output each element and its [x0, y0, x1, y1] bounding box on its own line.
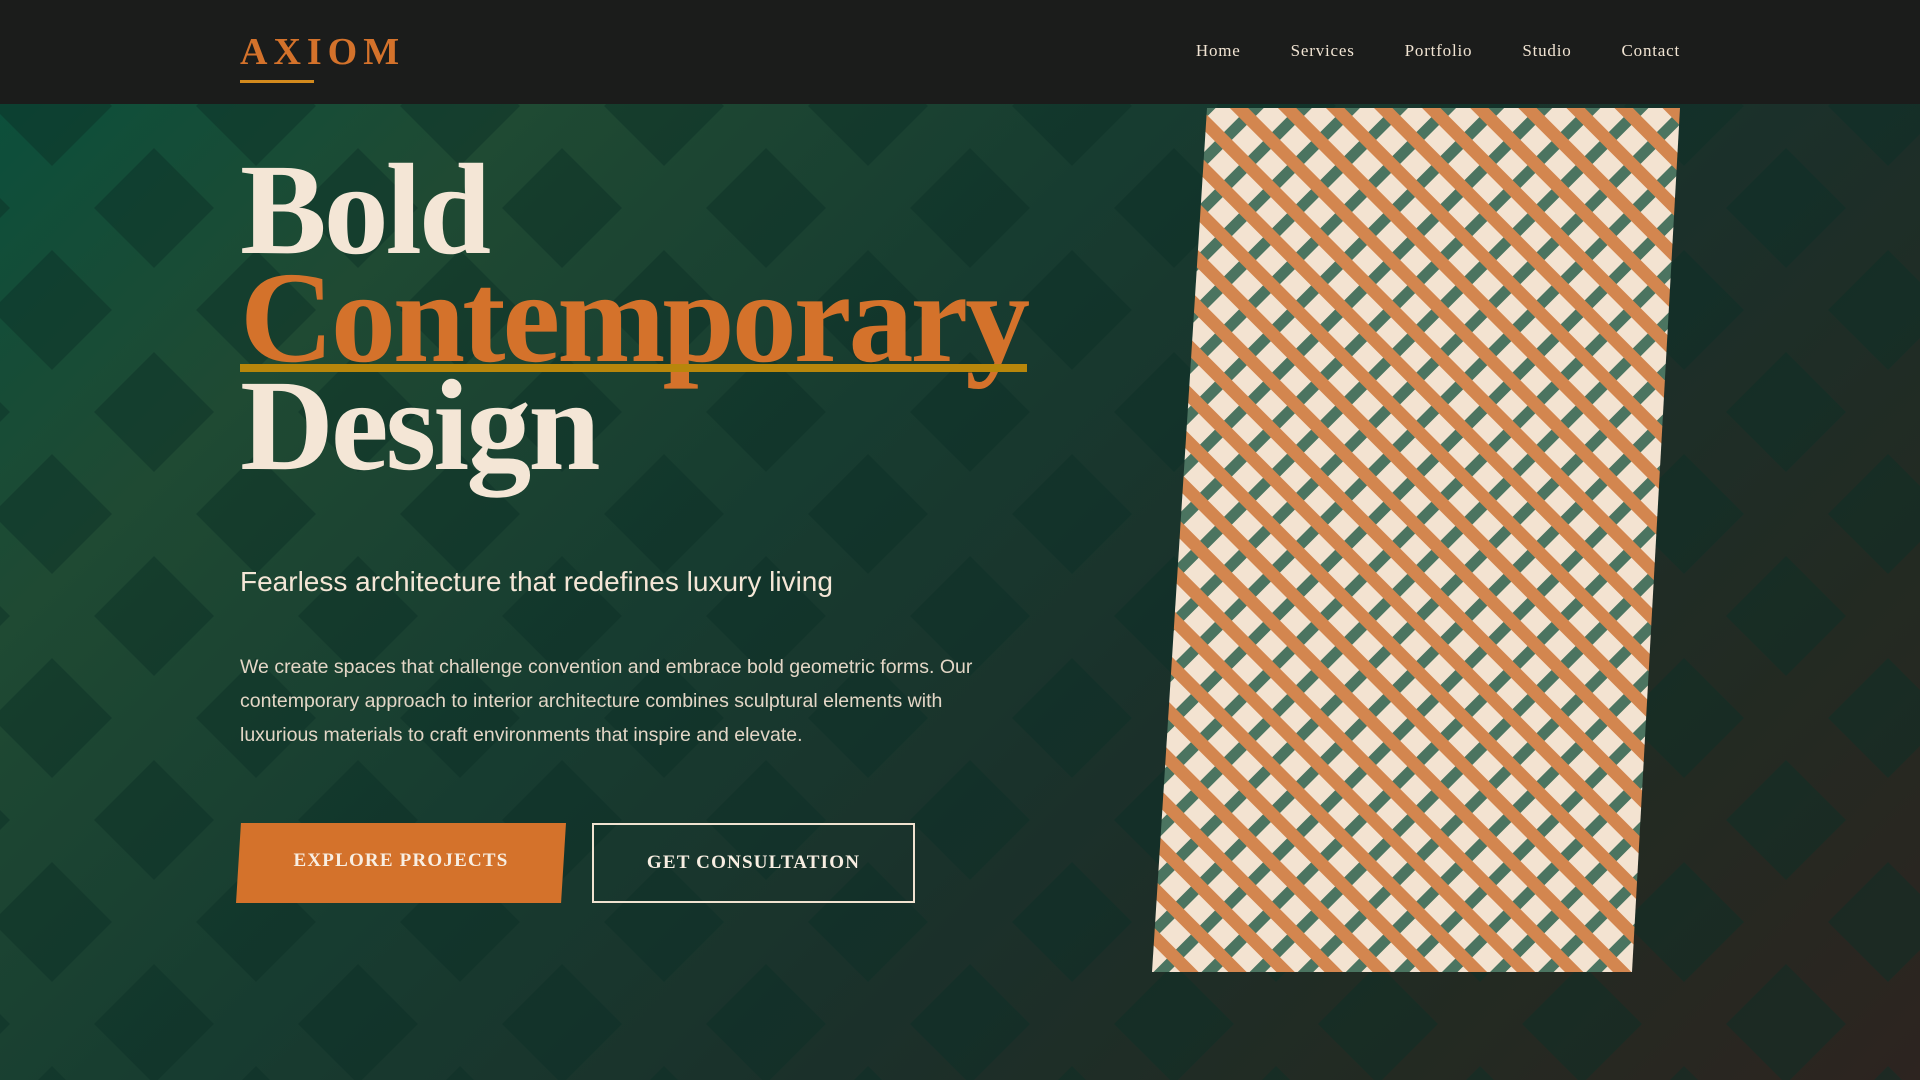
hero-headline: Bold Contemporary Design — [240, 145, 1030, 491]
brand-logo[interactable]: AXIOM — [240, 28, 405, 76]
lattice-art-panel — [1152, 108, 1680, 972]
hero-section: Bold Contemporary Design Fearless archit… — [0, 104, 1920, 1080]
headline-line-contemporary: Contemporary — [240, 246, 1030, 390]
hero-subtitle: Fearless architecture that redefines lux… — [240, 566, 833, 597]
nav-item-services[interactable]: Services — [1291, 38, 1355, 64]
nav-item-portfolio[interactable]: Portfolio — [1405, 38, 1473, 64]
logo-underline — [240, 80, 314, 83]
nav-item-contact[interactable]: Contact — [1622, 38, 1680, 64]
headline-accent-text: Contemporary — [240, 246, 1030, 390]
site-header: AXIOM Home Services Portfolio Studio Con… — [0, 0, 1920, 104]
main-nav: Home Services Portfolio Studio Contact — [1146, 38, 1680, 64]
explore-projects-button[interactable]: EXPLORE PROJECTS — [236, 823, 566, 903]
get-consultation-button[interactable]: GET CONSULTATION — [592, 823, 915, 903]
nav-item-studio[interactable]: Studio — [1522, 38, 1571, 64]
hero-description: We create spaces that challenge conventi… — [240, 656, 973, 746]
nav-item-home[interactable]: Home — [1196, 38, 1241, 64]
headline-accent-underline — [240, 364, 1028, 372]
